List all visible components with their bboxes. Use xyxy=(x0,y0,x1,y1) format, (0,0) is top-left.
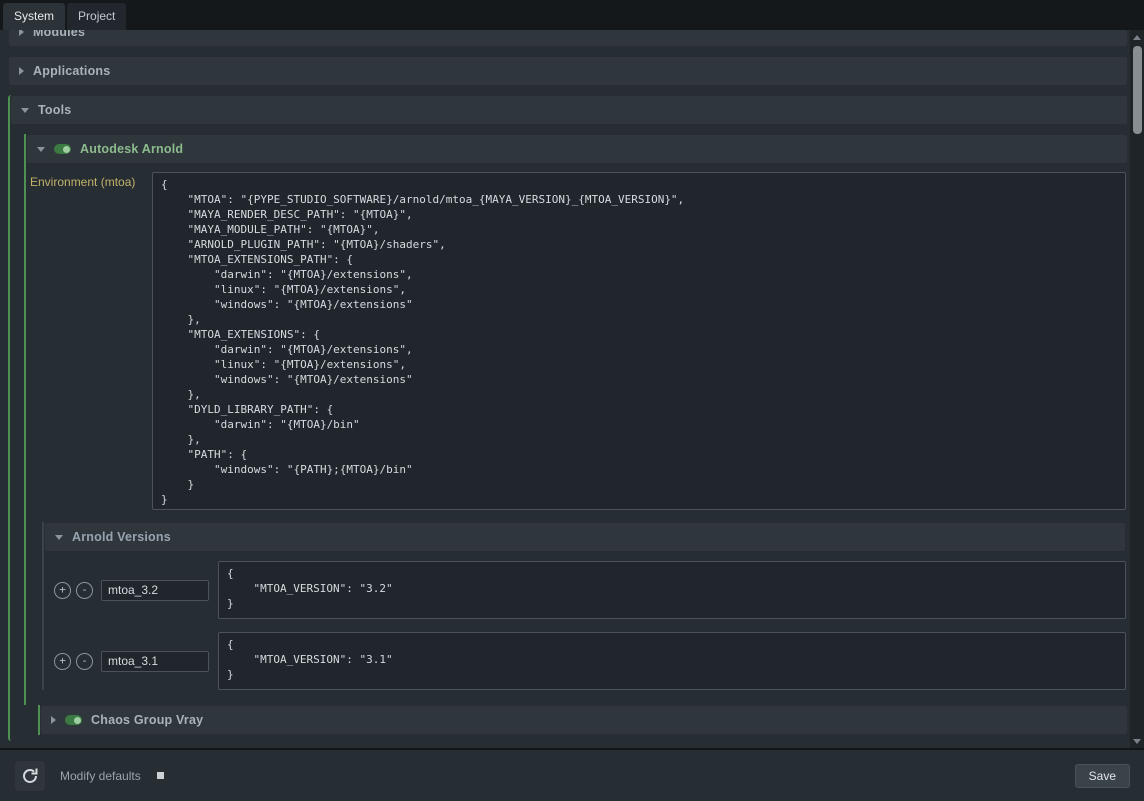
version-key-input[interactable] xyxy=(101,580,209,601)
vertical-scrollbar xyxy=(1130,30,1144,748)
section-chaos-group-vray: Chaos Group Vray xyxy=(38,705,1128,735)
environment-row: Environment (mtoa) xyxy=(28,172,1126,510)
version-key-input[interactable] xyxy=(101,651,209,672)
footer-bar: Modify defaults Save xyxy=(0,748,1144,801)
environment-label: Environment (mtoa) xyxy=(28,172,152,189)
chevron-right-icon xyxy=(19,67,24,75)
remove-version-button[interactable]: - xyxy=(76,582,93,599)
settings-content: Modules Applications Tools xyxy=(0,30,1130,748)
section-autodesk-arnold: Autodesk Arnold Environment (mtoa) xyxy=(24,134,1128,705)
tab-project[interactable]: Project xyxy=(67,3,126,30)
arnold-body: Environment (mtoa) Arnold Versions xyxy=(26,164,1128,705)
section-label-modules: Modules xyxy=(33,30,85,39)
version-json-editor[interactable] xyxy=(218,561,1126,619)
settings-window: System Project Modules Applications xyxy=(0,0,1144,801)
environment-json-editor[interactable] xyxy=(152,172,1126,510)
section-header-autodesk-arnold[interactable]: Autodesk Arnold xyxy=(26,134,1128,164)
chevron-down-icon xyxy=(37,147,45,152)
modify-defaults-checkbox[interactable] xyxy=(157,772,164,779)
tab-system[interactable]: System xyxy=(3,3,65,30)
section-label-arnold-versions: Arnold Versions xyxy=(72,530,171,544)
section-header-arnold-versions[interactable]: Arnold Versions xyxy=(44,522,1126,552)
section-header-applications[interactable]: Applications xyxy=(8,56,1128,86)
add-version-button[interactable]: + xyxy=(54,653,71,670)
remove-version-button[interactable]: - xyxy=(76,653,93,670)
section-header-tools[interactable]: Tools xyxy=(10,95,1128,125)
chevron-right-icon xyxy=(51,716,56,724)
version-row: + - xyxy=(54,561,1126,619)
save-button[interactable]: Save xyxy=(1075,764,1130,788)
scroll-up-button[interactable] xyxy=(1130,30,1144,44)
section-label-autodesk-arnold: Autodesk Arnold xyxy=(80,142,183,156)
enabled-toggle[interactable] xyxy=(65,715,82,725)
section-label-applications: Applications xyxy=(33,64,110,78)
section-header-modules[interactable]: Modules xyxy=(8,30,1128,47)
tab-bar: System Project xyxy=(0,0,1144,30)
enabled-toggle[interactable] xyxy=(54,144,71,154)
arrow-down-icon xyxy=(1133,739,1141,744)
modify-defaults-label: Modify defaults xyxy=(60,769,141,783)
section-arnold-versions: Arnold Versions + - xyxy=(42,522,1126,690)
settings-scroll-area: Modules Applications Tools xyxy=(0,30,1144,748)
chevron-right-icon xyxy=(19,30,24,36)
tools-body: Autodesk Arnold Environment (mtoa) xyxy=(10,125,1128,741)
section-label-chaos-group-vray: Chaos Group Vray xyxy=(91,713,203,727)
section-tools: Tools Autodesk Arnold xyxy=(8,95,1128,741)
section-label-tools: Tools xyxy=(38,103,71,117)
chevron-down-icon xyxy=(21,108,29,113)
version-row: + - xyxy=(54,632,1126,690)
chevron-down-icon xyxy=(55,535,63,540)
add-version-button[interactable]: + xyxy=(54,582,71,599)
section-header-chaos-group-vray[interactable]: Chaos Group Vray xyxy=(40,705,1128,735)
scroll-down-button[interactable] xyxy=(1130,734,1144,748)
arnold-versions-body: + - + - xyxy=(44,552,1126,690)
refresh-button[interactable] xyxy=(14,760,46,792)
arrow-up-icon xyxy=(1133,35,1141,40)
refresh-icon xyxy=(21,767,39,785)
scrollbar-thumb[interactable] xyxy=(1133,46,1142,134)
version-json-editor[interactable] xyxy=(218,632,1126,690)
